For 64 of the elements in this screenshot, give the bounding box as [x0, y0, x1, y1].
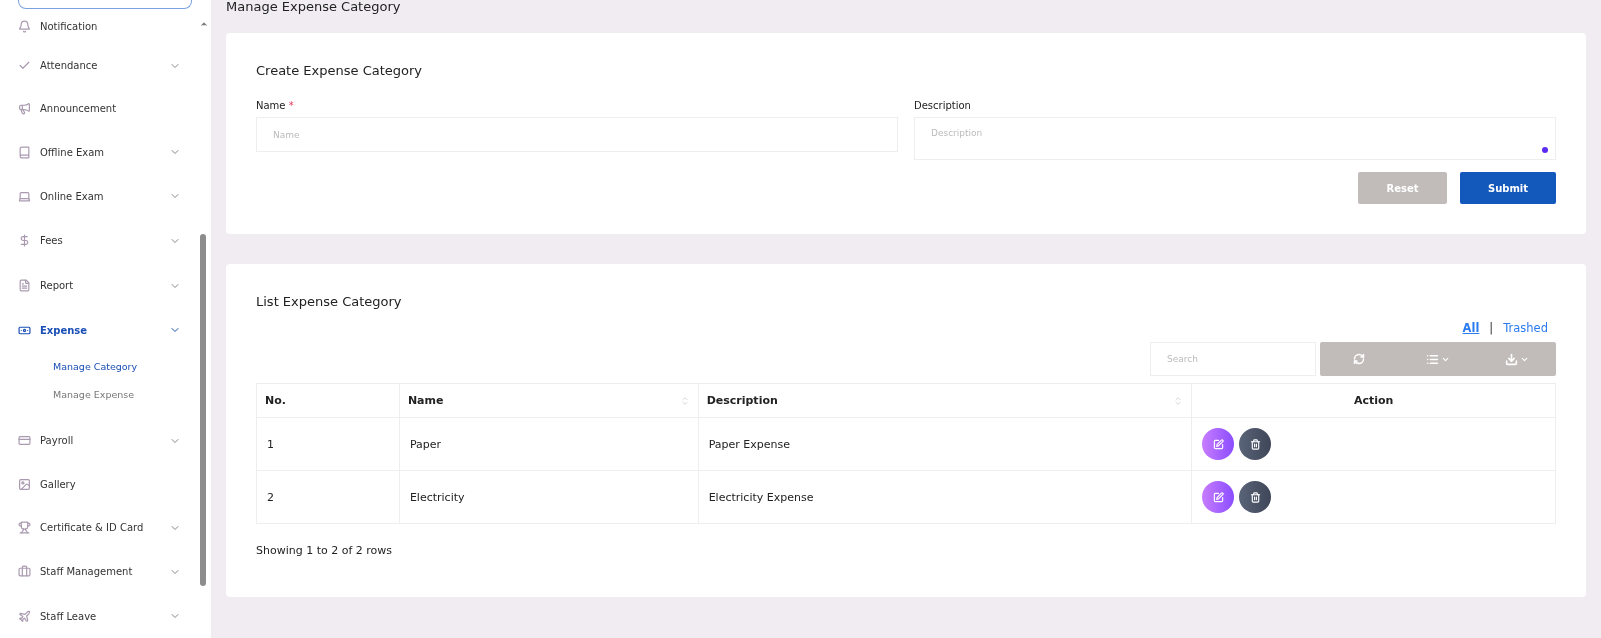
delete-button[interactable]: [1239, 481, 1272, 513]
sidebar-search-field[interactable]: [18, 0, 192, 9]
edit-icon: [1212, 438, 1224, 450]
briefcase-icon: [18, 565, 31, 578]
credit-card-icon: [18, 434, 31, 447]
filter-link[interactable]: All: [1462, 321, 1480, 335]
column-header: No.: [265, 394, 286, 407]
delete-button[interactable]: [1239, 428, 1272, 460]
image-icon: [18, 478, 31, 491]
column-header: Action: [1353, 394, 1394, 407]
plane-icon: [18, 609, 31, 623]
page-title: Manage Expense Category: [226, 0, 402, 16]
sidebar-item[interactable]: Expense: [18, 308, 211, 352]
check-icon: [18, 59, 31, 72]
column-header: Description: [706, 394, 778, 407]
field-label: Name *: [256, 100, 295, 111]
download-icon: [1504, 352, 1518, 366]
sidebar-item[interactable]: Gallery: [18, 463, 211, 506]
search-field[interactable]: Search: [1150, 342, 1316, 376]
edit-button[interactable]: [1202, 428, 1235, 460]
form-title: Create Expense Category: [256, 63, 423, 78]
refresh-icon: [1353, 353, 1366, 365]
filter-link[interactable]: Trashed: [1503, 321, 1548, 335]
edit-icon: [1212, 491, 1224, 503]
sidebar-item[interactable]: Fees: [18, 218, 211, 263]
edit-button[interactable]: [1202, 481, 1235, 513]
dollar-icon: [18, 234, 31, 247]
table-cell: Electricity: [409, 490, 465, 504]
sidebar-item[interactable]: Announcement: [18, 87, 211, 130]
book-icon: [18, 145, 31, 159]
table-cell: Paper Expense: [708, 437, 790, 451]
list-icon: [1426, 352, 1439, 366]
sidebar-item[interactable]: Staff Leave: [18, 594, 211, 638]
sidebar-item[interactable]: Online Exam: [18, 174, 211, 218]
name-field[interactable]: Name: [256, 117, 898, 152]
sidebar-item[interactable]: Certificate & ID Card: [18, 506, 211, 549]
field-label: Description: [914, 100, 972, 111]
sidebar-subitem[interactable]: Manage Expense: [18, 380, 211, 408]
table-cell: Electricity Expense: [708, 490, 814, 504]
megaphone-icon: [18, 102, 31, 115]
trophy-icon: [18, 521, 31, 534]
sidebar-subitem[interactable]: Manage Category: [18, 352, 211, 380]
submit-button[interactable]: Submit: [1460, 172, 1556, 204]
sidebar-item[interactable]: Attendance: [18, 44, 211, 87]
description-field[interactable]: Description: [914, 117, 1556, 160]
bell-icon: [18, 20, 31, 33]
pagination-info: Showing 1 to 2 of 2 rows: [256, 544, 394, 557]
trash-icon: [1249, 491, 1261, 503]
table-cell: 2: [267, 490, 274, 504]
table-cell: Paper: [409, 437, 442, 451]
table-cell: 1: [267, 437, 274, 451]
sidebar-item[interactable]: Report: [18, 263, 211, 308]
sidebar-item[interactable]: Staff Management: [18, 549, 211, 594]
trash-icon: [1249, 438, 1261, 450]
scrollbar-thumb[interactable]: [200, 234, 206, 586]
scroll-up-icon[interactable]: [199, 19, 209, 29]
laptop-icon: [18, 189, 31, 203]
list-title: List Expense Category: [256, 294, 403, 309]
document-icon: [18, 279, 31, 292]
sidebar-item[interactable]: Notification: [18, 9, 211, 44]
separator: |: [1489, 321, 1494, 335]
column-header: Name: [407, 394, 444, 407]
sidebar-item[interactable]: Offline Exam: [18, 130, 211, 174]
sidebar-item[interactable]: Payroll: [18, 418, 211, 463]
